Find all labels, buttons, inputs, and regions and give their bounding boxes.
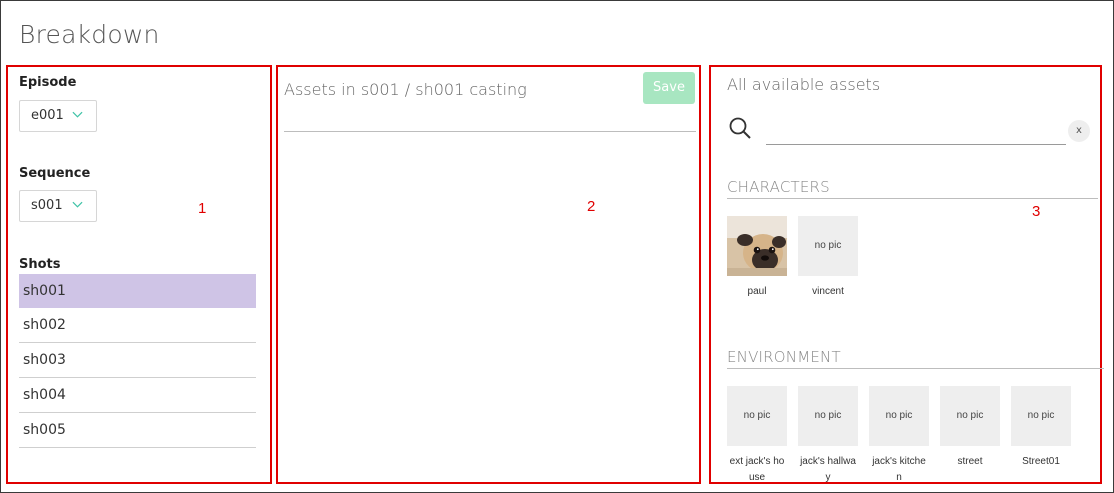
navigation-panel: Episode e001 Sequence s001 Shots sh001 s… (6, 65, 272, 484)
episode-label: Episode (19, 75, 77, 90)
environment-section-title: ENVIRONMENT (727, 348, 841, 366)
divider (727, 368, 1104, 369)
clear-search-button[interactable]: x (1068, 120, 1090, 142)
asset-card-paul[interactable]: paul (727, 216, 787, 300)
shot-item-sh005[interactable]: sh005 (19, 413, 256, 448)
shot-item-sh004[interactable]: sh004 (19, 378, 256, 413)
divider (727, 198, 1098, 199)
casting-title: Assets in s001 / sh001 casting (284, 80, 527, 99)
divider (284, 131, 696, 132)
panel-marker-3: 3 (1032, 203, 1041, 220)
save-button[interactable]: Save (643, 72, 695, 104)
asset-thumbnail: no pic (869, 386, 929, 446)
asset-thumbnail (727, 216, 787, 276)
search-input[interactable] (766, 117, 1066, 145)
shot-list: sh001 sh002 sh003 sh004 sh005 (19, 274, 256, 448)
available-assets-panel: All available assets x CHARACTERS paul n… (709, 65, 1104, 486)
panel-marker-1: 1 (198, 200, 207, 217)
asset-thumbnail: no pic (1011, 386, 1071, 446)
chevron-down-icon (72, 201, 83, 208)
asset-card-street[interactable]: no pic street (940, 386, 1000, 470)
asset-thumbnail: no pic (727, 386, 787, 446)
asset-name: vincent (812, 286, 844, 297)
episode-select[interactable]: e001 (19, 100, 97, 132)
shots-label: Shots (19, 257, 61, 272)
asset-name: street (957, 456, 983, 467)
episode-value: e001 (31, 108, 64, 123)
asset-name: paul (747, 286, 767, 297)
asset-card-vincent[interactable]: no pic vincent (798, 216, 858, 300)
asset-name: Street01 (1022, 456, 1060, 467)
page-title: Breakdown (19, 20, 160, 49)
shot-item-sh003[interactable]: sh003 (19, 343, 256, 378)
shot-item-sh001[interactable]: sh001 (19, 274, 256, 308)
asset-name: jack's hallway (800, 456, 856, 483)
casting-panel: Assets in s001 / sh001 casting Save 2 (276, 65, 701, 484)
sequence-select[interactable]: s001 (19, 190, 97, 222)
asset-name: ext jack's house (729, 456, 785, 483)
shot-item-sh002[interactable]: sh002 (19, 308, 256, 343)
sequence-value: s001 (31, 198, 63, 213)
app-window: Breakdown Episode e001 Sequence s001 Sho… (0, 0, 1114, 493)
panel-marker-2: 2 (587, 198, 596, 215)
asset-name: jack's kitchen (872, 456, 926, 483)
asset-thumbnail: no pic (798, 386, 858, 446)
asset-card-jacks-kitchen[interactable]: no pic jack's kitchen (869, 386, 929, 486)
available-assets-title: All available assets (727, 75, 881, 94)
chevron-down-icon (72, 111, 83, 118)
sequence-label: Sequence (19, 166, 91, 181)
search-icon (729, 117, 751, 139)
asset-thumbnail: no pic (798, 216, 858, 276)
asset-card-jacks-hallway[interactable]: no pic jack's hallway (798, 386, 858, 486)
asset-thumbnail: no pic (940, 386, 1000, 446)
pug-photo-icon (727, 216, 787, 276)
asset-card-ext-jacks-house[interactable]: no pic ext jack's house (727, 386, 787, 486)
asset-card-street01[interactable]: no pic Street01 (1011, 386, 1071, 470)
characters-section-title: CHARACTERS (727, 178, 830, 196)
